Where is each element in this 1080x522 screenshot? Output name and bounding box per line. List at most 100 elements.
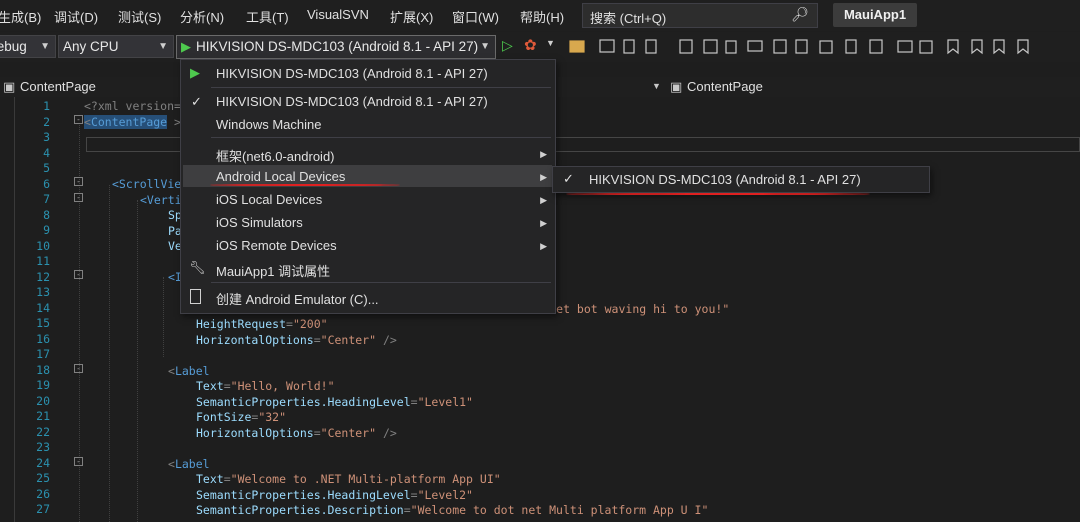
chevron-down-icon: ▼ [480,41,490,52]
line-number: 22 [36,424,50,439]
menu-visualsvn[interactable]: VisualSVN [307,7,369,22]
menu-help[interactable]: 帮助(H) [520,7,564,26]
chevron-down-icon: ▼ [158,41,168,52]
contentpage-icon: ▣ [3,79,16,94]
collapse-icon[interactable]: - [74,177,83,186]
line-number: 11 [36,254,50,268]
android-devices-submenu: ✓ HIKVISION DS-MDC103 (Android 8.1 - API… [552,166,930,193]
start-without-debug-icon[interactable]: ▷ [502,37,513,54]
pointer-icon [845,39,857,54]
run-target-dropdown: ▶ HIKVISION DS-MDC103 (Android 8.1 - API… [180,59,556,314]
gutter-divider [14,97,15,522]
collapse-icon[interactable]: - [74,364,83,373]
line-number: 7 [43,192,50,206]
menu-window[interactable]: 窗口(W) [452,7,499,26]
line-number: 13 [36,285,50,299]
dd-item-debug-properties[interactable]: MauiApp1 调试属性 [216,261,330,280]
dd-item-ios-simulators[interactable]: iOS Simulators [216,215,303,230]
line-number: 2 [43,114,50,129]
code-line-16: HorizontalOptions="Center" /> [196,333,397,347]
config-combo[interactable]: Debug ▼ [0,35,56,58]
collapse-icon[interactable]: - [74,193,83,202]
search-icon: 🔎︎ [791,6,809,22]
outdent-icon [919,40,933,54]
device-icon [773,39,787,54]
menu-build[interactable]: 生成(B) [0,7,41,26]
line-number: 15 [36,316,50,330]
dd-run-target[interactable]: HIKVISION DS-MDC103 (Android 8.1 - API 2… [216,66,488,81]
dd-item-android-local[interactable]: Android Local Devices [216,169,345,184]
toolbar-icons-strip[interactable] [568,37,1080,57]
menu-debug[interactable]: 调试(D) [54,7,98,26]
platform-combo[interactable]: Any CPU ▼ [58,35,174,58]
layout-icon [795,39,808,54]
phone-icon [190,289,201,304]
line-number: 26 [36,486,50,501]
code-line-7: <Verti [140,193,182,207]
bookmark-icon [947,39,959,55]
wrench-icon: 🔧︎ [189,260,206,275]
toolbar: Debug ▼ Any CPU ▼ ▶ HIKVISION DS-MDC103 (… [0,32,1080,62]
dd-item-ios-remote[interactable]: iOS Remote Devices [216,238,337,253]
menu-tools[interactable]: 工具(T) [246,7,289,26]
indent-guide [163,277,164,357]
line-number: 25 [36,471,50,485]
dd-item-windows[interactable]: Windows Machine [216,117,322,132]
red-underline-annotation [566,193,870,195]
line-number: 3 [43,130,50,144]
menu-extensions[interactable]: 扩展(X) [390,7,433,26]
menu-separator [211,87,551,88]
line-number: 10 [36,238,50,253]
indent-guide [109,185,110,522]
code-line-22: HorizontalOptions="Center" /> [196,426,397,440]
search-box[interactable]: 搜索 (Ctrl+Q) 🔎︎ [582,3,818,28]
tab-contentpage-left[interactable]: ContentPage [20,79,96,94]
line-number: 24 [36,455,50,470]
run-target-button[interactable]: ▶ HIKVISION DS-MDC103 (Android 8.1 - API … [176,35,496,59]
collapse-icon[interactable]: - [74,270,83,279]
play-icon: ▶ [190,65,200,80]
line-number: 20 [36,393,50,408]
bookmark-clear-icon [1017,39,1029,55]
settings-icon [819,40,833,54]
submenu-item-hikvision[interactable]: HIKVISION DS-MDC103 (Android 8.1 - API 2… [589,172,861,187]
platform-value: Any CPU [63,39,119,54]
line-number: 19 [36,378,50,392]
menu-analyze[interactable]: 分析(N) [180,7,224,26]
collapse-icon[interactable]: - [74,457,83,466]
hot-reload-chevron-icon[interactable]: ▼ [546,38,555,48]
dd-item-create-emulator[interactable]: 创建 Android Emulator (C)... [216,289,379,308]
collapse-icon[interactable]: - [74,115,83,124]
dd-item-ios-local[interactable]: iOS Local Devices [216,192,322,207]
line-number: 21 [36,409,50,423]
tab-contentpage-right[interactable]: ContentPage [687,79,763,94]
line-number: 4 [43,145,50,160]
line-number: 18 [36,362,50,377]
line-number: 14 [36,300,50,315]
check-icon: ✓ [563,171,574,186]
menu-separator [211,282,551,283]
tree-icon [869,39,883,54]
line-number: 17 [36,347,50,361]
check-icon: ✓ [191,94,202,109]
toolbox-icon [679,39,693,54]
contentpage-icon: ▣ [670,79,683,94]
app-title: MauiApp1 [833,3,917,27]
menu-test[interactable]: 测试(S) [118,7,161,26]
dd-item-framework[interactable]: 框架(net6.0-android) [216,146,335,165]
open-folder-icon [569,40,585,53]
chevron-down-icon: ▼ [40,41,50,52]
line-number: 8 [43,207,50,222]
terminal-icon [703,39,718,54]
indent-guide [137,200,138,522]
code-line-2: <ContentPage > [84,115,181,129]
indent-icon [897,40,913,53]
dd-item-hikvision[interactable]: HIKVISION DS-MDC103 (Android 8.1 - API 2… [216,94,488,109]
line-number: 16 [36,331,50,346]
line-number: 9 [43,223,50,237]
code-line-1: <?xml version= [84,99,181,113]
hot-reload-icon[interactable]: ✿ [524,36,537,54]
line-number: 5 [43,161,50,175]
chevron-down-icon[interactable]: ▼ [652,81,661,91]
submenu-arrow-icon: ▶ [540,218,547,228]
